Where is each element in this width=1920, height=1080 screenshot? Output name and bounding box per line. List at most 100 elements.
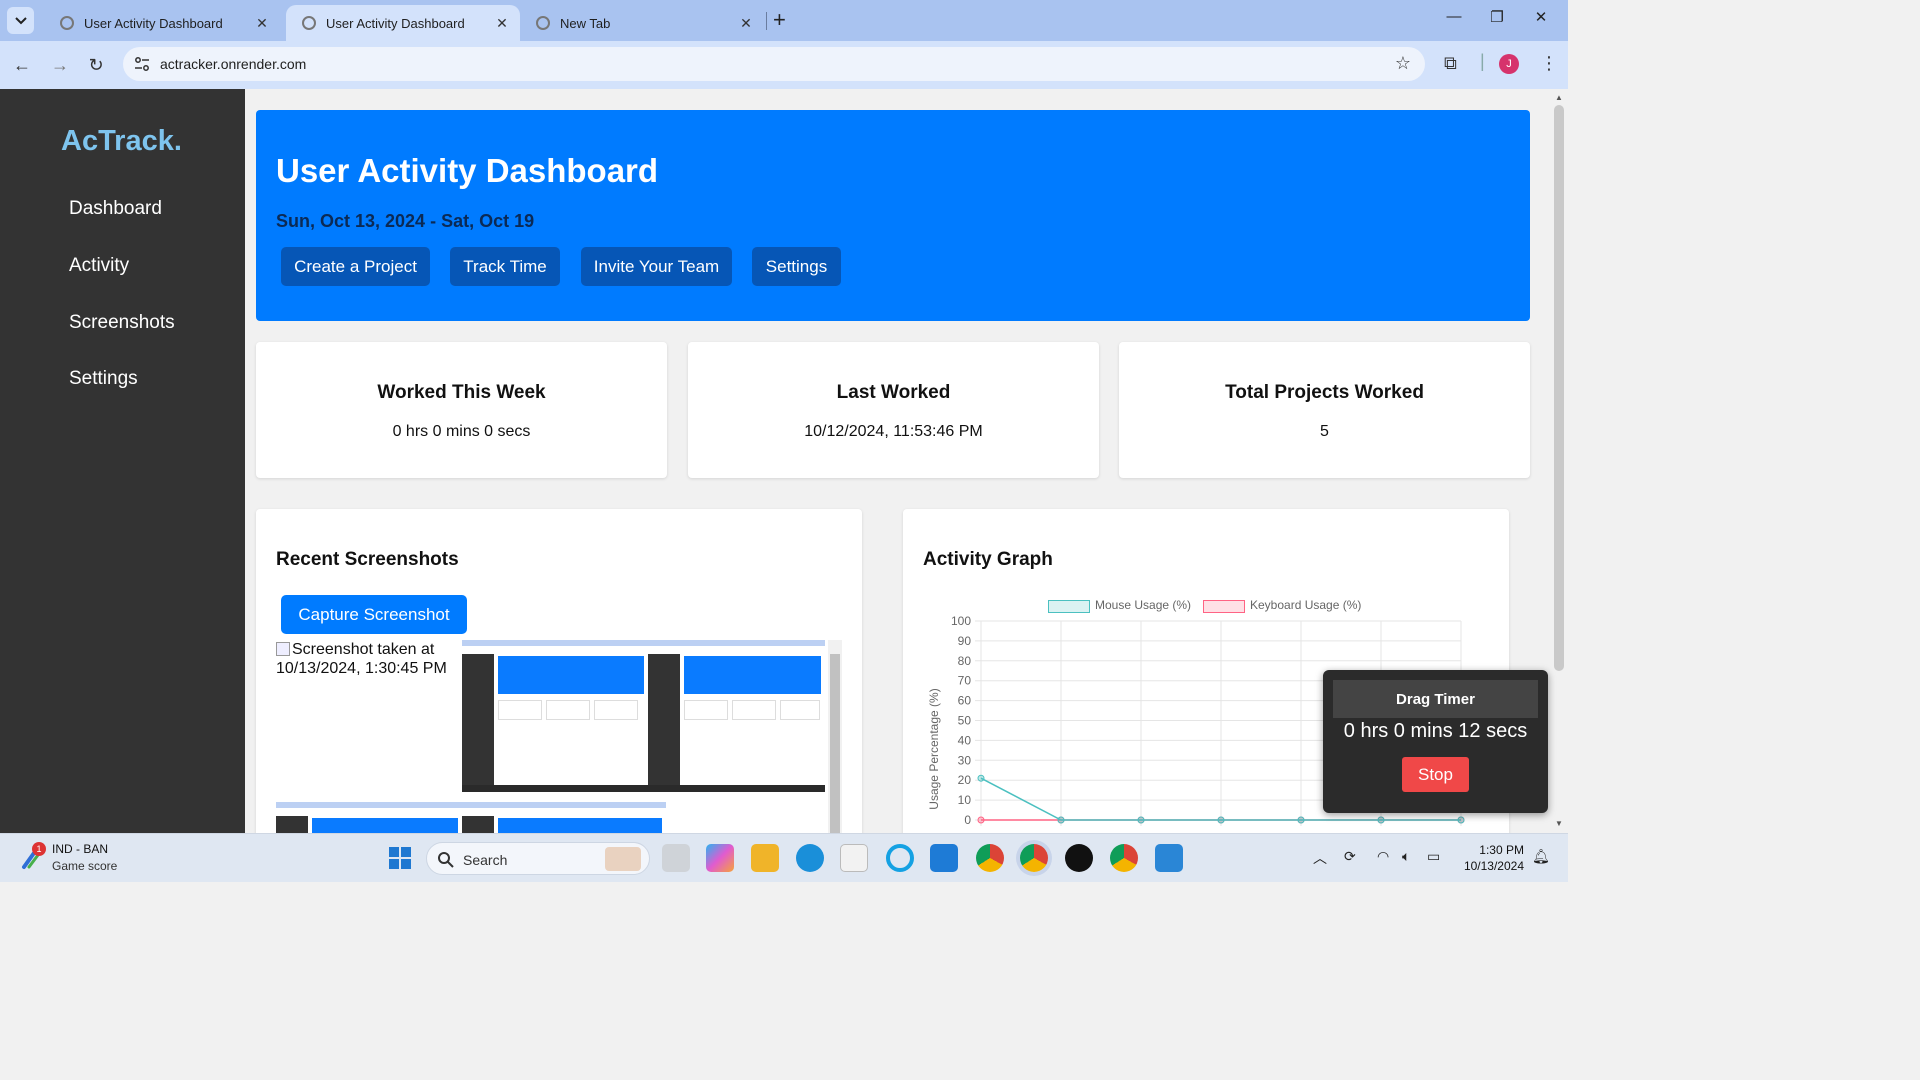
more-menu-icon[interactable]: ⋮ — [1540, 53, 1558, 74]
dashboard-header: User Activity Dashboard Sun, Oct 13, 202… — [256, 110, 1530, 321]
copilot-icon[interactable] — [706, 844, 734, 872]
thumbnail-preview-part — [648, 654, 680, 785]
tab-user-activity-dashboard-1[interactable]: User Activity Dashboard ✕ — [44, 5, 280, 41]
file-explorer-icon[interactable] — [751, 844, 779, 872]
tab-new-tab[interactable]: New Tab ✕ — [520, 5, 764, 41]
reload-icon[interactable]: ↻ — [84, 53, 108, 77]
invite-team-button[interactable]: Invite Your Team — [581, 247, 732, 286]
recent-screenshots-panel: Recent Screenshots Capture Screenshot Sc… — [256, 509, 862, 833]
battery-icon[interactable]: ▭ — [1427, 848, 1440, 865]
forward-arrow-icon[interactable]: → — [48, 53, 72, 77]
edge-icon[interactable] — [796, 844, 824, 872]
sidebar-item-screenshots[interactable]: Screenshots — [69, 312, 175, 334]
microsoft-store-icon[interactable] — [840, 844, 868, 872]
browser-tab-strip: User Activity Dashboard ✕ User Activity … — [0, 0, 1568, 41]
widget-headline: IND - BAN — [52, 842, 109, 856]
screenshot-thumbnail[interactable] — [276, 802, 666, 833]
mongodb-compass-icon[interactable] — [1065, 844, 1093, 872]
data-point[interactable] — [1217, 816, 1225, 824]
sync-icon[interactable]: ⟳ — [1344, 848, 1356, 865]
task-view-icon[interactable] — [662, 844, 690, 872]
data-point[interactable] — [1377, 816, 1385, 824]
vscode-icon[interactable] — [930, 844, 958, 872]
alt-text-label: Screenshot taken at 10/13/2024, 1:30:45 … — [276, 641, 447, 677]
photos-icon[interactable] — [1155, 844, 1183, 872]
close-tab-icon[interactable]: ✕ — [492, 15, 512, 32]
stat-title: Last Worked — [836, 382, 951, 403]
clock-date: 10/13/2024 — [1463, 859, 1524, 873]
system-clock[interactable]: 1:30 PM 10/13/2024 — [1458, 842, 1524, 874]
close-window-icon[interactable]: ✕ — [1531, 8, 1551, 26]
chevron-down-icon — [14, 16, 27, 24]
scrollbar-thumb[interactable] — [1554, 105, 1564, 671]
brand-logo[interactable]: AcTrack. — [61, 125, 182, 158]
back-arrow-icon[interactable]: ← — [10, 53, 34, 77]
scroll-down-icon[interactable]: ▼ — [1555, 819, 1563, 828]
thumbnail-preview-part — [276, 802, 462, 808]
scroll-up-icon[interactable]: ▲ — [1555, 93, 1563, 102]
track-time-button[interactable]: Track Time — [450, 247, 560, 286]
data-point[interactable] — [977, 774, 985, 782]
y-tick-label: 60 — [958, 694, 972, 708]
sidebar: AcTrack. Dashboard Activity Screenshots … — [0, 89, 245, 833]
extensions-icon[interactable]: ⧉ — [1444, 53, 1457, 74]
wifi-icon[interactable]: ◠ — [1377, 848, 1389, 865]
show-hidden-icons-chevron[interactable]: ︿ — [1313, 848, 1327, 868]
minimize-icon[interactable]: — — [1444, 8, 1464, 25]
notifications-bell-icon[interactable]: 🔔︎ — [1532, 848, 1550, 865]
browser-toolbar: ← → ↻ actracker.onrender.com ☆ ⧉ | J ⋮ — [0, 41, 1568, 89]
data-point[interactable] — [1297, 816, 1305, 824]
sidebar-item-dashboard[interactable]: Dashboard — [69, 198, 162, 220]
sidebar-item-settings[interactable]: Settings — [69, 368, 138, 390]
chrome-active-icon[interactable] — [1020, 844, 1048, 872]
taskbar-search[interactable]: Search — [426, 842, 650, 875]
search-icon — [438, 852, 454, 868]
thumbnail-preview-part — [462, 640, 648, 646]
globe-icon — [302, 16, 316, 30]
thumbnail-preview-part — [594, 700, 638, 720]
data-point[interactable] — [977, 816, 985, 824]
close-tab-icon[interactable]: ✕ — [252, 15, 272, 32]
address-bar[interactable]: actracker.onrender.com ☆ — [123, 47, 1425, 81]
stat-title: Total Projects Worked — [1225, 382, 1424, 403]
data-point[interactable] — [1057, 816, 1065, 824]
tab-user-activity-dashboard-2[interactable]: User Activity Dashboard ✕ — [286, 5, 520, 41]
close-tab-icon[interactable]: ✕ — [736, 15, 756, 32]
y-tick-label: 10 — [958, 793, 972, 807]
stat-value: 0 hrs 0 mins 0 secs — [392, 423, 531, 440]
thumbnail-preview — [648, 640, 825, 785]
stat-value: 10/12/2024, 11:53:46 PM — [804, 423, 983, 440]
page-scrollbar[interactable]: ▲ ▼ — [1550, 89, 1568, 833]
bookmark-star-icon[interactable]: ☆ — [1395, 53, 1411, 74]
drag-timer-widget[interactable]: Drag Timer 0 hrs 0 mins 12 secs Stop — [1323, 670, 1548, 813]
chrome-profile-2-icon[interactable] — [1110, 844, 1138, 872]
chrome-profile-1-icon[interactable] — [976, 844, 1004, 872]
sidebar-item-activity[interactable]: Activity — [69, 255, 129, 277]
volume-icon[interactable]: 🔈︎ — [1402, 848, 1410, 865]
stop-timer-button[interactable]: Stop — [1402, 757, 1469, 792]
restore-icon[interactable]: ❐ — [1487, 8, 1507, 26]
windows-start-icon[interactable] — [386, 844, 414, 872]
screenshot-thumbnail[interactable] — [462, 640, 825, 792]
thumbnail-preview-part — [684, 656, 821, 694]
timer-drag-handle[interactable]: Drag Timer — [1333, 680, 1538, 718]
data-point[interactable] — [1137, 816, 1145, 824]
create-project-button[interactable]: Create a Project — [281, 247, 430, 286]
thumbnail-preview-part — [684, 700, 728, 720]
notification-badge: 1 — [32, 842, 46, 856]
settings-button[interactable]: Settings — [752, 247, 841, 286]
new-tab-plus-icon[interactable]: + — [773, 8, 786, 32]
scrollbar-thumb[interactable] — [830, 654, 840, 833]
thumbnail-preview — [462, 640, 648, 785]
profile-avatar[interactable]: J — [1499, 54, 1519, 74]
site-info-icon[interactable] — [133, 55, 151, 73]
tab-search-button[interactable] — [7, 7, 34, 34]
screenshots-scrollbar[interactable] — [828, 640, 842, 833]
stat-title: Worked This Week — [377, 382, 546, 403]
capture-screenshot-button[interactable]: Capture Screenshot — [281, 595, 467, 634]
cortana-icon[interactable] — [886, 844, 914, 872]
thumbnail-preview-part — [546, 700, 590, 720]
screenshot-alt-text[interactable]: Screenshot taken at 10/13/2024, 1:30:45 … — [276, 640, 456, 678]
windows-logo — [389, 847, 411, 869]
data-point[interactable] — [1457, 816, 1465, 824]
